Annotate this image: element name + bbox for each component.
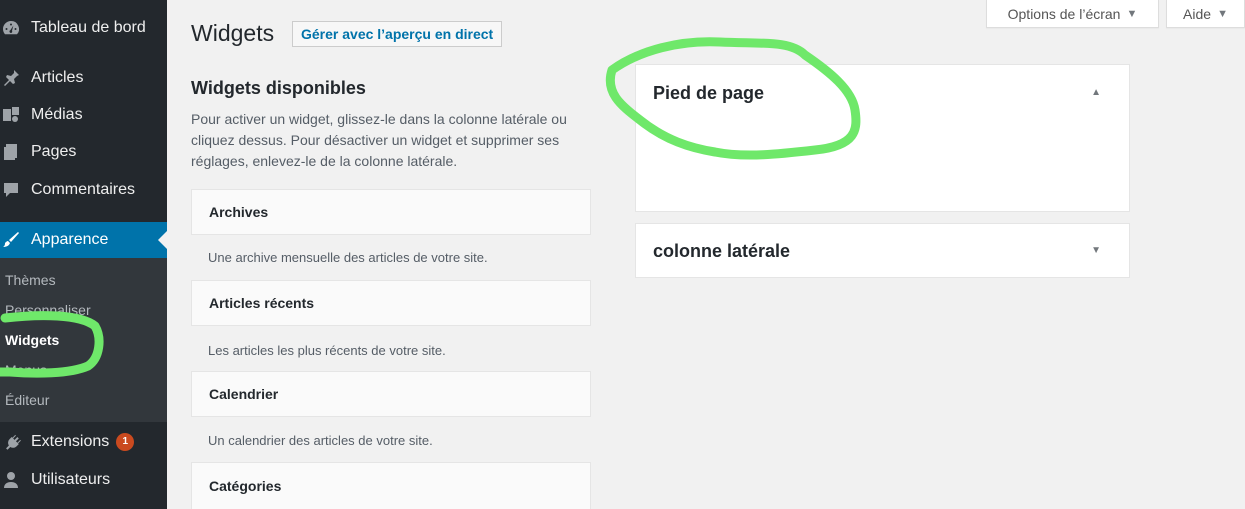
media-icon [0,104,22,126]
expand-arrow-icon[interactable]: ▼ [1091,245,1101,256]
submenu-item-personnaliser[interactable]: Personnaliser [5,302,91,318]
menu-label: Commentaires [31,181,136,198]
menu-label: Pages [31,143,77,160]
brush-icon [0,229,22,251]
widget-title: Archives [209,204,269,220]
menu-item-commentaires[interactable]: Commentaires [0,172,167,208]
help-label: Aide [1183,5,1212,22]
admin-sidebar: Tableau de bord Articles Médias Pages Co… [0,0,167,509]
menu-item-articles[interactable]: Articles [0,60,167,96]
appearance-submenu: Thèmes Personnaliser Widgets Menus Édite… [0,258,167,422]
widget-title: Articles récents [209,295,315,311]
submenu-item-widgets[interactable]: Widgets [5,332,59,348]
widget-area-pied-de-page[interactable]: Pied de page ▲ [635,64,1130,212]
caret-down-icon: ▼ [1126,7,1138,20]
menu-item-medias[interactable]: Médias [0,97,167,133]
widget-categories[interactable]: Catégories [191,462,591,509]
widget-description: Les articles les plus récents de votre s… [208,343,446,358]
widget-calendrier[interactable]: Calendrier [191,371,591,417]
live-preview-button[interactable]: Gérer avec l’aperçu en direct [292,21,503,47]
menu-label: Utilisateurs [31,471,111,488]
widget-archives[interactable]: Archives [191,189,591,235]
help-button[interactable]: Aide ▼ [1166,0,1245,28]
widget-area-colonne-laterale[interactable]: colonne latérale ▼ [635,223,1130,278]
menu-label: Tableau de bord [31,19,146,36]
widget-articles-recents[interactable]: Articles récents [191,280,591,326]
submenu-item-themes[interactable]: Thèmes [5,272,56,288]
available-widgets-heading: Widgets disponibles [191,78,366,98]
menu-item-utilisateurs[interactable]: Utilisateurs [0,462,167,498]
caret-down-icon: ▼ [1217,7,1228,20]
widget-area-title: Pied de page [653,83,765,103]
screen-options-label: Options de l’écran [1007,5,1121,22]
widget-description: Une archive mensuelle des articles de vo… [208,250,488,265]
menu-item-apparence[interactable]: Apparence [0,222,167,258]
widget-area-title: colonne latérale [653,241,791,261]
submenu-item-menus[interactable]: Menus [5,362,47,378]
screen-options-button[interactable]: Options de l’écran ▼ [986,0,1159,28]
pushpin-icon [0,67,22,89]
available-widgets-description: Pour activer un widget, glissez-le dans … [191,111,567,169]
menu-label: Extensions [31,433,110,450]
menu-label: Articles [31,69,84,86]
collapse-arrow-icon[interactable]: ▲ [1091,87,1101,98]
user-icon [0,469,22,491]
menu-label: Médias [31,106,83,123]
widget-description: Un calendrier des articles de votre site… [208,433,433,448]
menu-label: Apparence [31,231,109,248]
update-count-badge: 1 [116,433,135,451]
menu-item-pages[interactable]: Pages [0,134,167,170]
plugin-icon [0,431,22,453]
submenu-item-editeur[interactable]: Éditeur [5,392,49,408]
menu-item-dashboard[interactable]: Tableau de bord [0,10,167,46]
menu-item-extensions[interactable]: Extensions 1 [0,424,167,460]
widget-title: Catégories [209,478,282,494]
widget-title: Calendrier [209,386,279,402]
comment-icon [0,179,22,201]
dashboard-icon [0,17,22,39]
page-title: Widgets [191,20,275,46]
pages-icon [0,141,22,163]
